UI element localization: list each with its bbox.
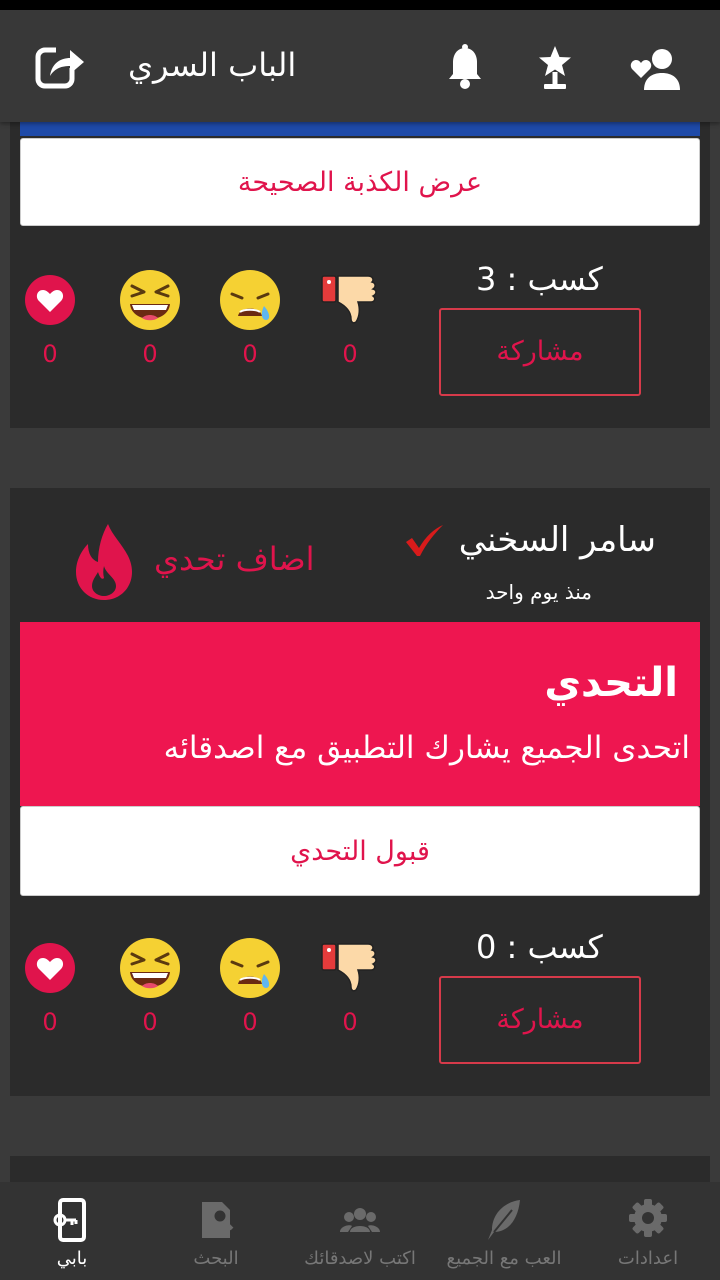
flame-icon [72, 522, 136, 602]
earn-label: كسب : 0 [476, 928, 603, 966]
status-bar [0, 0, 720, 10]
bottom-navigation: بابي البحث اكتب لاصدقائك العب مع الجميع [0, 1182, 720, 1280]
reveal-lie-button[interactable]: عرض الكذبة الصحيحة [20, 138, 700, 226]
star-trophy-icon[interactable] [536, 44, 574, 92]
post-banner-edge [20, 122, 700, 136]
nav-label: العب مع الجميع [446, 1248, 562, 1269]
crying-face-icon[interactable] [218, 936, 282, 1000]
heart-count: 0 [42, 340, 58, 368]
heart-count: 0 [42, 1008, 58, 1036]
app-title: الباب السري [128, 46, 297, 84]
laughing-face-icon[interactable] [118, 936, 182, 1000]
door-key-icon [53, 1198, 86, 1242]
share-button[interactable]: مشاركة [439, 308, 641, 396]
gear-icon [629, 1199, 667, 1237]
laughing-face-icon[interactable] [118, 268, 182, 332]
dislike-icon[interactable] [318, 936, 382, 1000]
nav-write-friends[interactable]: اكتب لاصدقائك [288, 1182, 432, 1280]
dislike-count: 0 [342, 340, 358, 368]
app-bar: الباب السري [0, 10, 720, 122]
dislike-count: 0 [342, 1008, 358, 1036]
accept-challenge-button[interactable]: قبول التحدي [20, 806, 700, 896]
laughing-count: 0 [142, 340, 158, 368]
feather-icon [488, 1200, 520, 1240]
dislike-icon[interactable] [318, 268, 382, 332]
post-card [10, 1156, 710, 1182]
nav-label: البحث [193, 1248, 239, 1269]
crying-count: 0 [242, 340, 258, 368]
laughing-count: 0 [142, 1008, 158, 1036]
share-button[interactable]: مشاركة [439, 976, 641, 1064]
post-card: عرض الكذبة الصحيحة كسب : 3 مشاركة 0 0 0 … [10, 122, 710, 428]
nav-my-door[interactable]: بابي [0, 1182, 144, 1280]
posts-feed[interactable]: عرض الكذبة الصحيحة كسب : 3 مشاركة 0 0 0 … [0, 122, 720, 1182]
post-time: منذ يوم واحد [485, 580, 592, 604]
nav-label: اعدادات [617, 1248, 679, 1269]
nav-search[interactable]: البحث [144, 1182, 288, 1280]
challenge-title: التحدي [544, 660, 678, 706]
earn-label: كسب : 3 [476, 260, 603, 298]
heart-icon[interactable] [18, 268, 82, 332]
challenge-text: اتحدى الجميع يشارك التطبيق مع اصدقائه [163, 730, 690, 766]
friends-heart-icon[interactable] [630, 48, 682, 90]
bell-icon[interactable] [446, 44, 484, 90]
nav-settings[interactable]: اعدادات [576, 1182, 720, 1280]
heart-icon[interactable] [18, 936, 82, 1000]
share-exit-icon[interactable] [34, 40, 86, 92]
nav-label: اكتب لاصدقائك [304, 1248, 416, 1269]
nav-play-all[interactable]: العب مع الجميع [432, 1182, 576, 1280]
crying-count: 0 [242, 1008, 258, 1036]
verified-check-icon [404, 524, 444, 558]
group-icon [340, 1208, 380, 1232]
author-name[interactable]: سامر السخني [459, 520, 656, 560]
post-card: سامر السخني منذ يوم واحد اضاف تحدي التحد… [10, 488, 710, 1096]
challenge-banner: التحدي اتحدى الجميع يشارك التطبيق مع اصد… [20, 622, 700, 806]
crying-face-icon[interactable] [218, 268, 282, 332]
added-challenge-label: اضاف تحدي [154, 540, 315, 578]
nav-label: بابي [56, 1248, 88, 1269]
search-document-icon [202, 1202, 234, 1238]
